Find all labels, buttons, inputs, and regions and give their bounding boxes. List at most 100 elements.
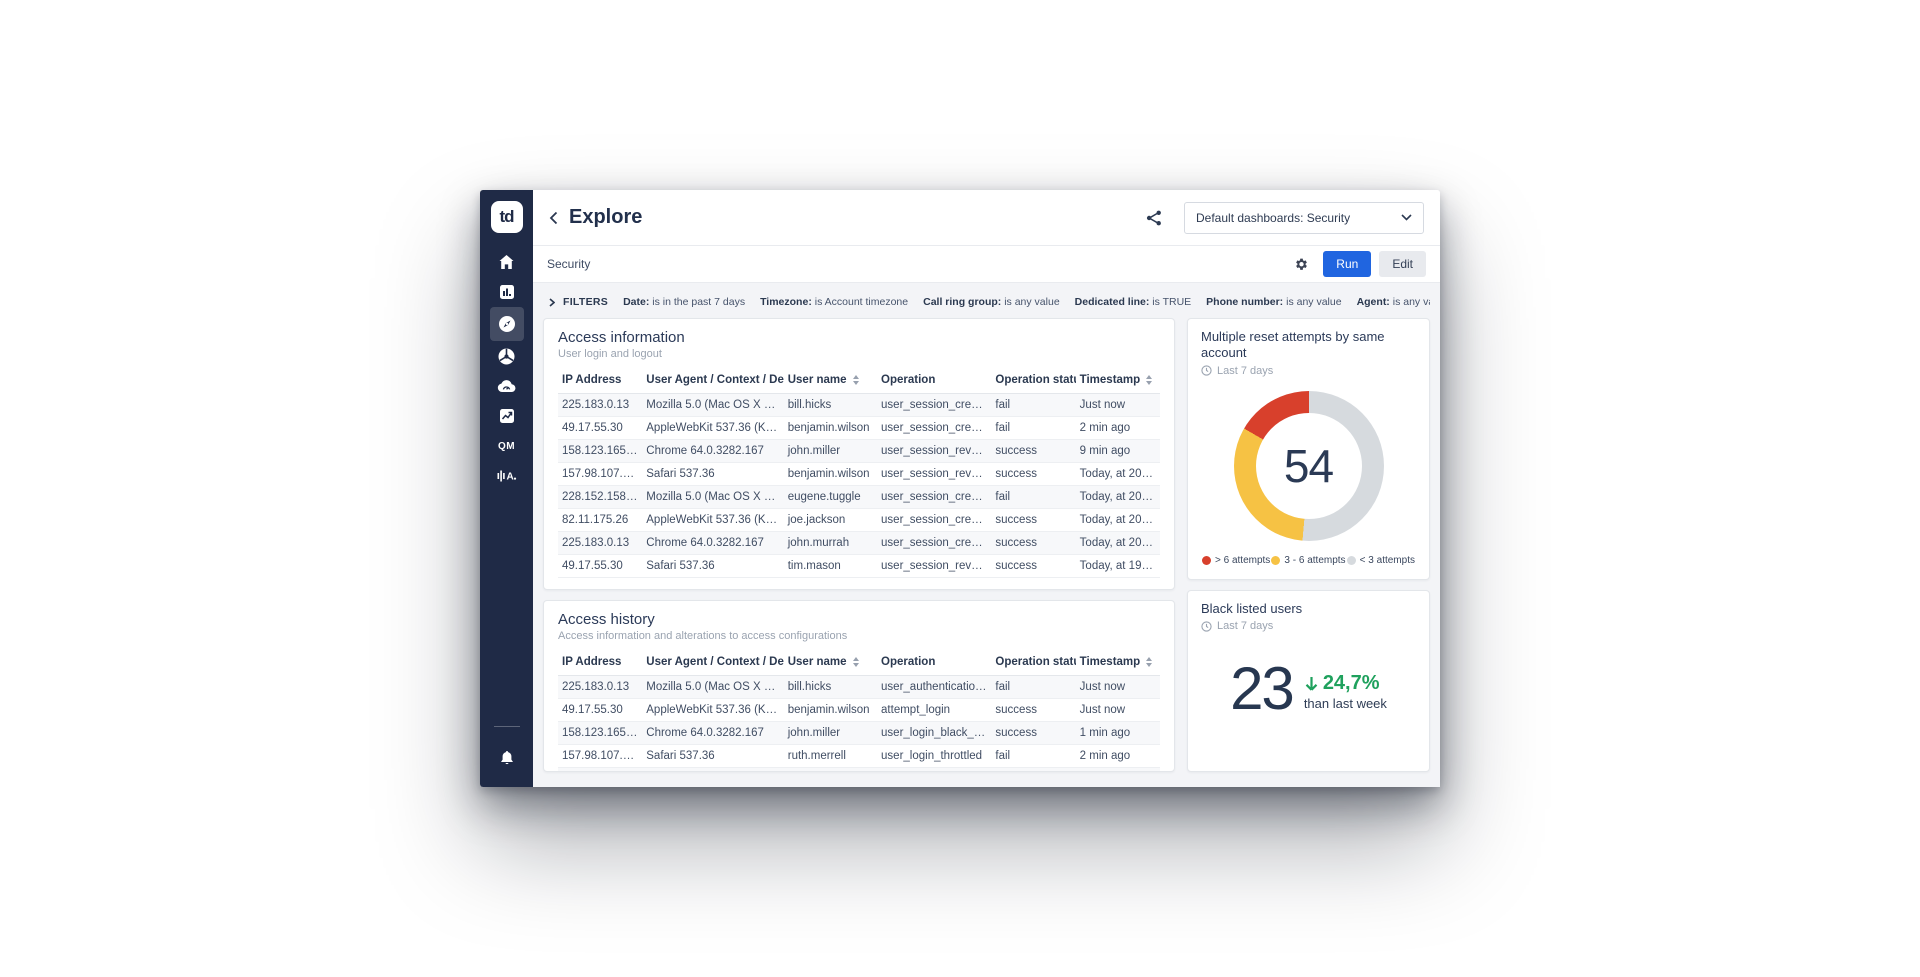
- chevron-right-icon: [549, 298, 555, 307]
- filter-item[interactable]: Dedicated line: is TRUE: [1075, 296, 1192, 308]
- table-cell: user_session_created: [877, 532, 991, 555]
- sort-icon[interactable]: [1146, 657, 1152, 667]
- table-cell: 225.183.0.13: [558, 394, 642, 417]
- table-cell: 225.183.0.13: [558, 676, 642, 699]
- table-cell: 82.11.175.26: [558, 509, 642, 532]
- table-cell: success: [991, 699, 1075, 722]
- talkdesk-logo: td: [491, 201, 523, 233]
- column-header[interactable]: User name: [784, 650, 877, 676]
- table-row: 157.98.107.186Safari 537.36ruth.merrellu…: [558, 745, 1160, 768]
- legend-item: 3 - 6 attempts: [1271, 555, 1345, 566]
- column-header[interactable]: Timestamp: [1076, 650, 1160, 676]
- column-header: Operation status: [991, 650, 1075, 676]
- table-cell: Safari 537.36: [642, 555, 783, 578]
- sidebar-item-home[interactable]: [490, 247, 524, 277]
- kpi-value: 23: [1230, 659, 1293, 719]
- compass-icon: [498, 315, 516, 333]
- sidebar-item-reporting[interactable]: [490, 277, 524, 307]
- filter-item[interactable]: Call ring group: is any value: [923, 296, 1060, 308]
- table-cell: success: [991, 509, 1075, 532]
- filter-item[interactable]: Date: is in the past 7 days: [623, 296, 745, 308]
- page-title: Explore: [569, 206, 642, 229]
- table-cell: Chrome 64.0.3282.167: [642, 532, 783, 555]
- table-cell: user_session_created: [877, 509, 991, 532]
- table-cell: benjamin.wilson: [784, 699, 877, 722]
- sidebar-item-explore[interactable]: [490, 307, 524, 341]
- sidebar: td: [480, 190, 533, 787]
- sort-icon[interactable]: [853, 657, 859, 667]
- filters-toggle[interactable]: FILTERS: [549, 296, 608, 308]
- table-cell: fail: [991, 745, 1075, 768]
- table-row: 157.98.107.186Safari 537.36benjamin.wils…: [558, 463, 1160, 486]
- filter-item[interactable]: Phone number: is any value: [1206, 296, 1341, 308]
- clock-icon: [1201, 365, 1212, 376]
- filters-list: Date: is in the past 7 days Timezone: is …: [623, 296, 1430, 308]
- table-cell: Today, at 20:15:32: [1076, 486, 1160, 509]
- column-header: User Agent / Context / Device: [642, 650, 783, 676]
- table-cell: user_login_throttled: [877, 745, 991, 768]
- dashboard-content: FILTERS Date: is in the past 7 days Timez…: [533, 283, 1440, 787]
- table-cell: AppleWebKit 537.36 (KHTML): [642, 417, 783, 440]
- table-row: 228.152.158.35Mozilla 5.0 (Mac OS X 10.1…: [558, 486, 1160, 509]
- table-cell: tim.mason: [784, 555, 877, 578]
- table-cell: success: [991, 722, 1075, 745]
- sort-icon[interactable]: [853, 375, 859, 385]
- column-header[interactable]: Timestamp: [1076, 368, 1160, 394]
- sidebar-item-speech-analytics[interactable]: A: [490, 461, 524, 491]
- dashboard-selector[interactable]: Default dashboards: Security: [1184, 202, 1424, 234]
- sidebar-item-live-monitoring[interactable]: [490, 401, 524, 431]
- table-cell: 157.98.107.186: [558, 463, 642, 486]
- edit-button[interactable]: Edit: [1379, 251, 1426, 277]
- sidebar-item-agents[interactable]: [490, 341, 524, 371]
- app-header: Explore Default dashboards: Security: [533, 190, 1440, 245]
- sidebar-item-cloud[interactable]: [490, 371, 524, 401]
- table-header-row: IP AddressUser Agent / Context / DeviceU…: [558, 368, 1160, 394]
- filter-item[interactable]: Timezone: is Account timezone: [760, 296, 908, 308]
- table-cell: 158.123.165.119: [558, 440, 642, 463]
- sidebar-item-notifications[interactable]: [490, 743, 524, 773]
- legend-dot: [1202, 556, 1211, 565]
- gear-icon[interactable]: [1294, 257, 1309, 272]
- table-cell: Today, at 20:02:44: [1076, 532, 1160, 555]
- table-cell: ruth.merrell: [784, 745, 877, 768]
- chevron-down-icon: [1401, 214, 1412, 221]
- clock-icon: [1201, 621, 1212, 632]
- table-cell: success: [991, 440, 1075, 463]
- table-row: 158.123.165.119Chrome 64.0.3282.167john.…: [558, 722, 1160, 745]
- filter-item[interactable]: Agent: is any value: [1357, 296, 1430, 308]
- table-cell: user_session_created: [877, 486, 991, 509]
- table-cell: Chrome 64.0.3282.167: [642, 722, 783, 745]
- table-cell: user_login_black_listed: [877, 722, 991, 745]
- qm-icon: QM: [498, 441, 515, 452]
- table-cell: fail: [991, 417, 1075, 440]
- table-cell: success: [991, 463, 1075, 486]
- legend-item: < 3 attempts: [1347, 555, 1415, 566]
- table-cell: fail: [991, 486, 1075, 509]
- table-cell: Mozilla 5.0 (Mac OS X 10.12.6): [642, 676, 783, 699]
- table-cell: AppleWebKit 537.36 (KHTML): [642, 699, 783, 722]
- table-cell: user_authentication_set...: [877, 676, 991, 699]
- share-icon[interactable]: [1146, 210, 1162, 226]
- back-button[interactable]: [549, 211, 558, 225]
- table-cell: fail: [991, 768, 1075, 773]
- sort-icon[interactable]: [1146, 375, 1152, 385]
- table-cell: Today, at 20:10:54: [1076, 509, 1160, 532]
- app-window: td: [480, 190, 1440, 787]
- table-cell: user_session_revoked: [877, 463, 991, 486]
- table-cell: Today, at 20:29:06: [1076, 463, 1160, 486]
- access-information-card: Access information User login and logout…: [543, 318, 1175, 590]
- table-cell: 49.17.55.30: [558, 555, 642, 578]
- table-cell: Mozilla 5.0 (Mac OS X 10.12.6): [642, 394, 783, 417]
- table-row: 49.17.55.30Safari 537.36tim.masonuser_se…: [558, 555, 1160, 578]
- table-cell: Safari 537.36: [642, 463, 783, 486]
- access-information-table: IP AddressUser Agent / Context / DeviceU…: [558, 368, 1160, 578]
- card-period: Last 7 days: [1201, 365, 1416, 377]
- table-cell: Just now: [1076, 699, 1160, 722]
- table-cell: success: [991, 532, 1075, 555]
- sidebar-item-quality-management[interactable]: QM: [490, 431, 524, 461]
- table-cell: Today, at 19:58:17: [1076, 555, 1160, 578]
- filters-bar: FILTERS Date: is in the past 7 days Timez…: [543, 290, 1430, 318]
- table-cell: user_session_created: [877, 394, 991, 417]
- run-button[interactable]: Run: [1323, 251, 1371, 277]
- column-header[interactable]: User name: [784, 368, 877, 394]
